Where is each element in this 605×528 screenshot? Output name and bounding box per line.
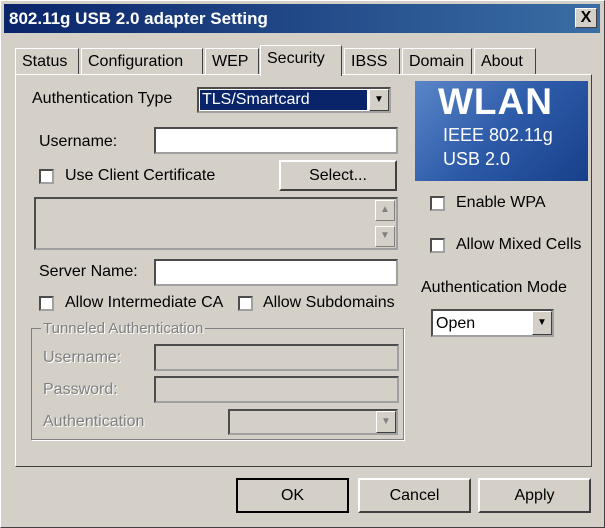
tab-wep[interactable]: WEP (205, 48, 259, 74)
enable-wpa-label: Enable WPA (456, 194, 546, 211)
tab-strip: Status Configuration WEP Security IBSS D… (15, 45, 595, 76)
allow-intermediate-ca-label: Allow Intermediate CA (65, 294, 224, 311)
auth-mode-select[interactable]: Open ▼ (431, 309, 554, 337)
tab-status[interactable]: Status (15, 48, 79, 74)
auth-type-select[interactable]: TLS/Smartcard ▼ (197, 87, 391, 113)
apply-button[interactable]: Apply (478, 478, 591, 513)
certificate-listbox[interactable]: ▲ ▼ (34, 197, 398, 250)
chevron-down-icon[interactable]: ▼ (532, 311, 552, 335)
allow-mixed-cells-label: Allow Mixed Cells (456, 236, 582, 253)
arrow-up-icon[interactable]: ▲ (375, 200, 395, 221)
tab-about[interactable]: About (474, 48, 536, 74)
auth-type-label: Authentication Type (32, 90, 173, 107)
tab-ibss[interactable]: IBSS (344, 48, 400, 74)
logo-wlan-text: WLAN (438, 81, 553, 122)
allow-subdomains-checkbox[interactable] (238, 296, 253, 311)
auth-mode-value: Open (436, 315, 476, 332)
tunneled-authentication-select[interactable]: ▼ (228, 409, 398, 435)
cancel-button[interactable]: Cancel (358, 478, 471, 513)
tab-security[interactable]: Security (260, 45, 342, 76)
window-title: 802.11g USB 2.0 adapter Setting (9, 9, 268, 28)
use-client-cert-checkbox[interactable] (39, 169, 54, 184)
dialog-window: 802.11g USB 2.0 adapter Setting X Status… (0, 0, 605, 528)
tunneled-authentication-label: Authentication (43, 413, 145, 430)
server-name-input[interactable] (154, 259, 398, 286)
tunneled-auth-group-label: Tunneled Authentication (41, 320, 206, 337)
username-input[interactable] (154, 127, 398, 154)
enable-wpa-checkbox[interactable] (430, 196, 445, 211)
wlan-logo: WLAN IEEE 802.11g USB 2.0 (415, 81, 588, 181)
allow-subdomains-label: Allow Subdomains (263, 294, 395, 311)
username-label: Username: (39, 133, 118, 150)
chevron-down-icon[interactable]: ▼ (376, 411, 396, 433)
tunneled-username-input[interactable] (154, 344, 399, 371)
tunneled-username-label: Username: (43, 349, 122, 366)
close-icon: X (580, 9, 592, 26)
logo-usb-text: USB 2.0 (443, 149, 511, 169)
server-name-label: Server Name: (39, 263, 138, 280)
use-client-cert-label: Use Client Certificate (65, 167, 216, 184)
allow-intermediate-ca-checkbox[interactable] (39, 296, 54, 311)
auth-type-value: TLS/Smartcard (200, 90, 367, 110)
tunneled-password-input[interactable] (154, 376, 399, 403)
title-bar[interactable]: 802.11g USB 2.0 adapter Setting X (4, 4, 600, 33)
select-button[interactable]: Select... (279, 160, 397, 191)
ok-button[interactable]: OK (236, 478, 349, 513)
close-button[interactable]: X (575, 8, 597, 28)
tunneled-password-label: Password: (43, 381, 118, 398)
arrow-down-icon[interactable]: ▼ (375, 226, 395, 247)
allow-mixed-cells-checkbox[interactable] (430, 238, 445, 253)
logo-standard-text: IEEE 802.11g (443, 125, 553, 145)
chevron-down-icon[interactable]: ▼ (369, 89, 389, 111)
auth-mode-label: Authentication Mode (421, 279, 567, 296)
tab-configuration[interactable]: Configuration (81, 48, 203, 74)
tab-domain[interactable]: Domain (402, 48, 472, 74)
